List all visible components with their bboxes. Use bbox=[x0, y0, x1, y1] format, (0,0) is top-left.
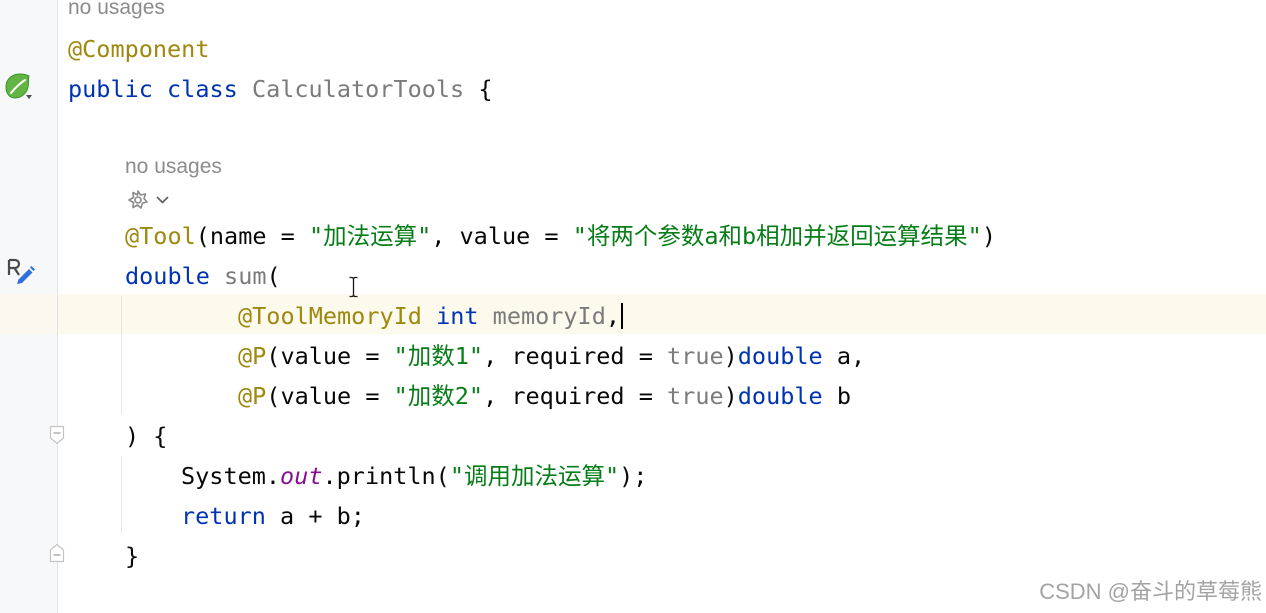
usages-hint-method[interactable]: no usages bbox=[125, 156, 222, 177]
punctuation-token: , bbox=[605, 302, 621, 330]
class-reference-token: System. bbox=[181, 462, 281, 490]
punctuation-token: ( bbox=[266, 262, 281, 290]
expression-token: a + b; bbox=[280, 502, 365, 530]
brace-token: } bbox=[125, 542, 140, 570]
attribute-token: (value = bbox=[266, 382, 394, 410]
code-line-component-annotation[interactable]: @Component bbox=[68, 29, 209, 69]
indent-guide bbox=[121, 296, 122, 414]
watermark: CSDN @奋斗的草莓熊 bbox=[1039, 579, 1262, 604]
annotation-token: @Tool bbox=[125, 222, 196, 250]
boolean-literal-token: true bbox=[667, 342, 724, 370]
tool-method-edit-icon[interactable] bbox=[6, 256, 38, 288]
punctuation-token: ) bbox=[981, 222, 996, 250]
class-name-token: CalculatorTools bbox=[251, 75, 465, 103]
attribute-token: , value = bbox=[431, 222, 573, 250]
code-line-param-memory-id[interactable]: @ToolMemoryId int memoryId, bbox=[238, 296, 624, 336]
attribute-token: , required = bbox=[483, 382, 668, 410]
method-call-token: .println( bbox=[322, 462, 450, 490]
punctuation-token: ) bbox=[723, 342, 738, 370]
attribute-token: , required = bbox=[483, 342, 668, 370]
code-line-tool-annotation[interactable]: @Tool(name = "加法运算", value = "将两个参数a和b相加… bbox=[125, 216, 996, 256]
keyword-token: double bbox=[737, 382, 823, 410]
text-cursor-icon bbox=[349, 276, 358, 298]
string-literal-token: "调用加法运算" bbox=[449, 462, 620, 490]
fold-end-icon[interactable] bbox=[48, 543, 66, 563]
code-line-method-close[interactable]: } bbox=[125, 536, 139, 576]
parameter-name-token: a, bbox=[822, 342, 866, 370]
tool-inlay-actions[interactable] bbox=[126, 187, 172, 213]
punctuation-token: ); bbox=[619, 462, 648, 490]
string-literal-token: "将两个参数a和b相加并返回运算结果" bbox=[572, 222, 982, 250]
indent-guide bbox=[121, 456, 122, 533]
code-line-class-declaration[interactable]: public class CalculatorTools { bbox=[68, 69, 492, 109]
gutter[interactable] bbox=[0, 0, 58, 613]
keyword-token: int bbox=[436, 302, 493, 330]
annotation-token: @P bbox=[238, 382, 267, 410]
string-literal-token: "加数1" bbox=[393, 342, 484, 370]
code-line-method-signature[interactable]: double sum( bbox=[125, 256, 281, 296]
code-line-println[interactable]: System.out.println("调用加法运算"); bbox=[181, 456, 647, 496]
string-literal-token: "加数2" bbox=[393, 382, 484, 410]
brace-token: { bbox=[464, 75, 493, 103]
code-line-param-b[interactable]: @P(value = "加数2", required = true)double… bbox=[238, 376, 851, 416]
gutter-current-line-highlight bbox=[0, 294, 57, 334]
keyword-token: double bbox=[125, 262, 225, 290]
code-line-method-body-open[interactable]: ) { bbox=[125, 416, 167, 456]
spring-bean-icon[interactable] bbox=[2, 70, 34, 102]
code-text-area[interactable]: no usages @Component public class Calcul… bbox=[58, 0, 1266, 613]
code-line-return[interactable]: return a + b; bbox=[181, 496, 365, 536]
text-caret bbox=[621, 303, 624, 329]
keyword-token: return bbox=[181, 502, 281, 530]
annotation-token: @Component bbox=[68, 35, 210, 63]
boolean-literal-token: true bbox=[667, 382, 724, 410]
attribute-token: (value = bbox=[266, 342, 394, 370]
parameter-name-token: b bbox=[822, 382, 851, 410]
annotation-token: @ToolMemoryId bbox=[238, 302, 437, 330]
keyword-token: double bbox=[737, 342, 823, 370]
annotation-token: @P bbox=[238, 342, 267, 370]
attribute-token: (name = bbox=[195, 222, 309, 250]
static-field-token: out bbox=[280, 462, 323, 490]
string-literal-token: "加法运算" bbox=[308, 222, 432, 250]
fold-start-icon[interactable] bbox=[48, 425, 66, 445]
code-editor[interactable]: no usages @Component public class Calcul… bbox=[0, 0, 1266, 613]
code-line-param-a[interactable]: @P(value = "加数1", required = true)double… bbox=[238, 336, 865, 376]
keyword-token: public class bbox=[68, 75, 252, 103]
punctuation-token: ) bbox=[723, 382, 738, 410]
punctuation-token: ) { bbox=[125, 422, 168, 450]
chevron-down-icon[interactable] bbox=[156, 196, 169, 205]
tool-icon[interactable] bbox=[126, 188, 150, 212]
usages-hint-class[interactable]: no usages bbox=[68, 0, 165, 18]
parameter-name-token: memoryId bbox=[492, 302, 606, 330]
method-name-token: sum bbox=[224, 262, 267, 290]
